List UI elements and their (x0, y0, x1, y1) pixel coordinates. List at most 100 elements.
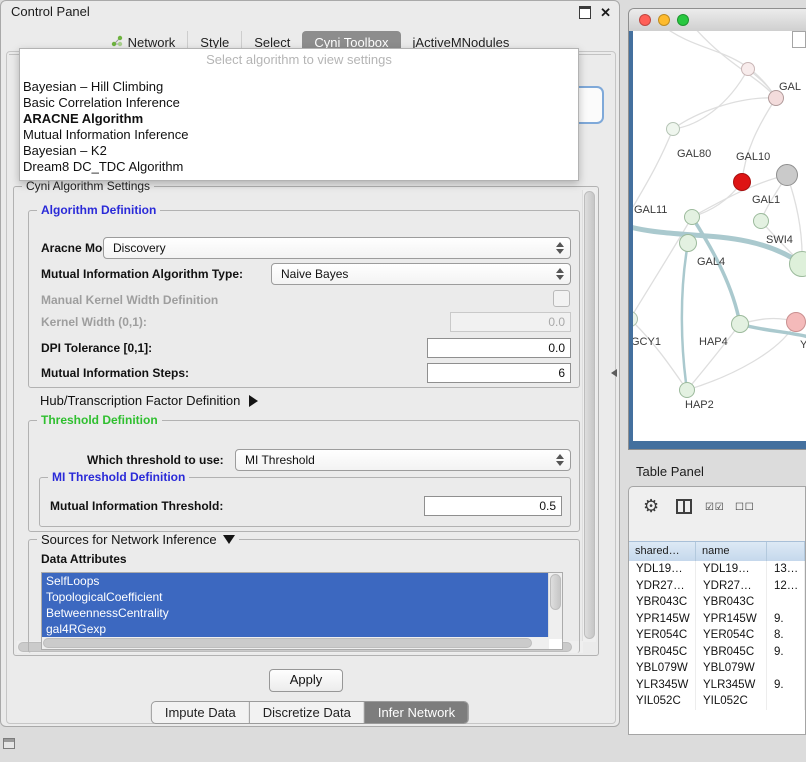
list-horizontal-scrollbar[interactable] (42, 637, 549, 649)
deselect-all-checkboxes-icon[interactable]: ☐ ☐ (735, 502, 753, 513)
mi-algorithm-type-select[interactable]: Naive Bayes (271, 263, 571, 285)
algorithm-combo-fragment[interactable] (579, 86, 604, 124)
hub-definition-label: Hub/Transcription Factor Definition (40, 393, 240, 408)
collapse-down-icon (223, 535, 235, 544)
mi-threshold-field[interactable] (424, 496, 562, 516)
select-all-checkboxes-icon[interactable]: ☑ ☑ (705, 502, 723, 513)
table-row[interactable]: YDL19…YDL19…13… (629, 561, 805, 578)
algorithm-option-mutual-information-inference[interactable]: Mutual Information Inference (20, 127, 578, 143)
table-row[interactable]: YBR045CYBR045C9. (629, 644, 805, 661)
network-node-0[interactable] (741, 62, 755, 76)
canvas-scrollbar-corner[interactable] (792, 31, 806, 48)
threshold-definition-group: Threshold Definition Which threshold to … (28, 420, 580, 532)
algorithm-option-dream8-dc-tdc-algorithm[interactable]: Dream8 DC_TDC Algorithm (20, 159, 578, 175)
data-attributes-label: Data Attributes (41, 552, 127, 566)
algorithm-option-bayesian-hill-climbing[interactable]: Bayesian – Hill Climbing (20, 79, 578, 95)
network-node-4[interactable] (776, 164, 798, 186)
window-buttons: ✕ (579, 6, 611, 19)
network-node-8[interactable] (679, 234, 697, 252)
table-cell: YDR27… (696, 578, 767, 595)
column-header-col2[interactable] (767, 542, 805, 561)
node-label-gal10: GAL10 (736, 151, 770, 163)
table-row[interactable]: YBR043CYBR043C (629, 594, 805, 611)
network-node-9[interactable] (731, 315, 749, 333)
table-cell: YDL19… (629, 561, 696, 578)
columns-icon[interactable] (676, 499, 692, 514)
attribute-topologicalcoefficient[interactable]: TopologicalCoefficient (42, 589, 549, 605)
settings-vertical-scrollbar[interactable] (582, 190, 596, 642)
scrollbar-thumb[interactable] (584, 191, 595, 639)
table-cell (767, 693, 805, 710)
float-window-icon[interactable] (579, 6, 591, 19)
table-panel-window: ⚙ ☑ ☑ ☐ ☐ shared…name YDL19…YDL19…13…YDR… (628, 486, 806, 735)
scrollbar-thumb[interactable] (550, 574, 561, 610)
splitter-collapse-icon[interactable] (611, 369, 617, 377)
node-label-gal80: GAL80 (677, 148, 711, 160)
table-panel-title: Table Panel (636, 464, 704, 479)
network-node-11[interactable] (679, 382, 695, 398)
network-node-10[interactable] (786, 312, 806, 332)
close-traffic-light-icon[interactable] (639, 14, 651, 26)
table-cell: YER054C (696, 627, 767, 644)
table-row[interactable]: YER054CYER054C8. (629, 627, 805, 644)
sources-group: Sources for Network Inference Data Attri… (28, 539, 580, 653)
data-attributes-list[interactable]: SelfLoopsTopologicalCoefficientBetweenne… (41, 572, 563, 650)
scrollbar-thumb[interactable] (43, 638, 532, 648)
close-icon[interactable]: ✕ (600, 7, 611, 19)
table-cell: 9. (767, 677, 805, 694)
table-row[interactable]: YBL079WYBL079W (629, 660, 805, 677)
network-node-5[interactable] (684, 209, 700, 225)
which-threshold-value: MI Threshold (245, 453, 315, 467)
mi-steps-field[interactable] (427, 363, 571, 383)
column-header-name[interactable]: name (696, 542, 767, 561)
gear-icon[interactable]: ⚙ (643, 496, 659, 517)
algorithm-dropdown-popup: Select algorithm to view settings Bayesi… (19, 48, 579, 181)
table-cell: YBL079W (629, 660, 696, 677)
node-label-gal4: GAL4 (697, 256, 725, 268)
network-canvas[interactable]: GALGAL80GAL10GAL11GAL1SWI4GAL4GCY1HAP4HA… (629, 31, 806, 449)
which-threshold-label: Which threshold to use: (87, 453, 224, 467)
sources-toggle[interactable]: Sources for Network Inference (37, 532, 239, 547)
algorithm-definition-title: Algorithm Definition (37, 203, 160, 217)
attribute-betweennesscentrality[interactable]: BetweennessCentrality (42, 605, 549, 621)
network-view-window: GALGAL80GAL10GAL11GAL1SWI4GAL4GCY1HAP4HA… (628, 8, 806, 450)
column-header-shared[interactable]: shared… (629, 542, 696, 561)
algorithm-placeholder: Select algorithm to view settings (20, 52, 578, 70)
threshold-definition-title: Threshold Definition (37, 413, 162, 427)
network-node-3[interactable] (733, 173, 751, 191)
algorithm-option-bayesian-k2[interactable]: Bayesian – K2 (20, 143, 578, 159)
dock-panel-icon[interactable] (3, 738, 15, 749)
attribute-selfloops[interactable]: SelfLoops (42, 573, 549, 589)
table-row[interactable]: YLR345WYLR345W9. (629, 677, 805, 694)
zoom-traffic-light-icon[interactable] (677, 14, 689, 26)
algorithm-option-aracne-algorithm[interactable]: ARACNE Algorithm (20, 111, 578, 127)
aracne-mode-select[interactable]: Discovery (103, 237, 571, 259)
network-node-6[interactable] (753, 213, 769, 229)
which-threshold-select[interactable]: MI Threshold (235, 449, 571, 471)
table-row[interactable]: YIL052CYIL052C (629, 693, 805, 710)
table-row[interactable]: YPR145WYPR145W9. (629, 611, 805, 628)
algorithm-option-basic-correlation-inference[interactable]: Basic Correlation Inference (20, 95, 578, 111)
sources-label: Sources for Network Inference (41, 532, 217, 547)
list-vertical-scrollbar[interactable] (548, 573, 562, 639)
table-row[interactable]: YDR27…YDR27…12… (629, 578, 805, 595)
dpi-tolerance-label: DPI Tolerance [0,1]: (41, 341, 152, 355)
table-cell: 9. (767, 611, 805, 628)
bottom-tab-infer-network[interactable]: Infer Network (364, 702, 468, 723)
table-cell: YDL19… (696, 561, 767, 578)
table-cell: YDR27… (629, 578, 696, 595)
kernel-width-field[interactable] (450, 312, 571, 332)
attribute-gal4rgexp[interactable]: gal4RGexp (42, 621, 549, 637)
bottom-tab-impute-data[interactable]: Impute Data (152, 702, 249, 723)
dpi-tolerance-field[interactable] (427, 338, 571, 358)
network-node-2[interactable] (666, 122, 680, 136)
minimize-traffic-light-icon[interactable] (658, 14, 670, 26)
apply-button[interactable]: Apply (269, 669, 343, 692)
node-label-hap2: HAP2 (685, 399, 714, 411)
cyni-algorithm-settings-group: Cyni Algorithm Settings Algorithm Defini… (13, 186, 599, 656)
hub-definition-toggle[interactable]: Hub/Transcription Factor Definition (40, 393, 258, 408)
table-cell: YLR345W (629, 677, 696, 694)
manual-kernel-checkbox[interactable] (553, 290, 570, 307)
bottom-tab-discretize-data[interactable]: Discretize Data (249, 702, 364, 723)
table-cell: 9. (767, 644, 805, 661)
